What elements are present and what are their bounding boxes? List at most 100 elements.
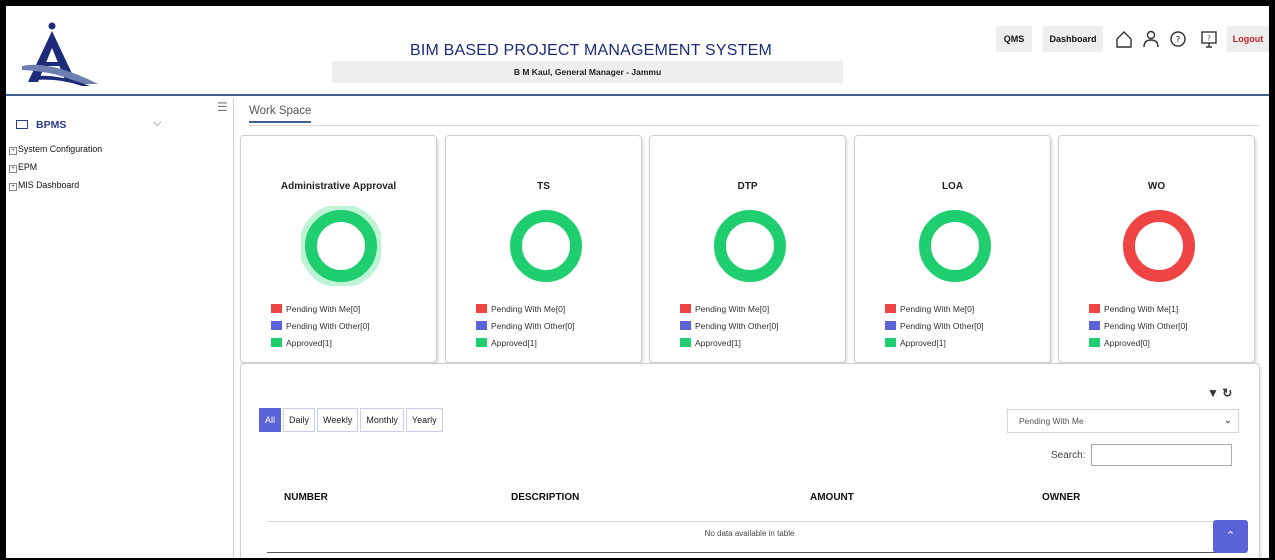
sidebar-item-mis-dashboard[interactable]: + MIS Dashboard [9, 180, 79, 191]
summary-card[interactable]: TS Pending With Me[0] Pending With Other[0… [445, 135, 642, 363]
expand-icon[interactable]: + [9, 165, 17, 173]
legend-label: Approved[1] [491, 338, 537, 348]
status-select-value: Pending With Me [1019, 416, 1084, 426]
legend-item[interactable]: Approved[1] [271, 338, 370, 355]
legend-item[interactable]: Pending With Me[0] [680, 304, 779, 321]
divider [267, 521, 1232, 522]
chevron-down-icon: ⌄ [1223, 415, 1232, 426]
summary-card[interactable]: DTP Pending With Me[0] Pending With Other[… [649, 135, 846, 363]
legend-label: Pending With Other[0] [900, 321, 984, 331]
legend-label: Approved[1] [900, 338, 946, 348]
card-title: DTP [737, 181, 758, 192]
legend-item[interactable]: Pending With Other[0] [271, 321, 370, 338]
chart-legend: Pending With Me[0] Pending With Other[0] A… [271, 304, 370, 355]
column-header-description[interactable]: DESCRIPTION [511, 492, 579, 503]
legend-item[interactable]: Pending With Other[0] [476, 321, 575, 338]
filter-yearly-button[interactable]: Yearly [405, 408, 443, 432]
divider [267, 552, 1232, 553]
legend-item[interactable]: Pending With Me[1] [1089, 304, 1188, 321]
menu-icon[interactable]: ☰ [217, 100, 229, 114]
filter-icon[interactable]: ▼ [1207, 386, 1219, 400]
legend-label: Pending With Me[0] [491, 304, 566, 314]
qms-button[interactable]: QMS [996, 26, 1032, 52]
column-header-amount[interactable]: AMOUNT [810, 492, 854, 503]
legend-item[interactable]: Approved[1] [680, 338, 779, 355]
approved-slice[interactable] [305, 210, 377, 282]
expand-icon[interactable]: + [9, 183, 17, 191]
chart-legend: Pending With Me[1] Pending With Other[0] A… [1089, 304, 1188, 355]
chevron-down-icon[interactable]: ⌵ [153, 117, 161, 130]
legend-item[interactable]: Approved[1] [476, 338, 575, 355]
legend-swatch [476, 338, 487, 347]
legend-item[interactable]: Pending With Other[0] [885, 321, 984, 338]
dashboard-button[interactable]: Dashboard [1043, 26, 1103, 52]
home-icon[interactable] [1113, 28, 1135, 50]
legend-label: Pending With Me[0] [695, 304, 770, 314]
legend-label: Pending With Other[0] [695, 321, 779, 331]
card-title: LOA [941, 181, 964, 192]
chart-legend: Pending With Me[0] Pending With Other[0] A… [680, 304, 779, 355]
approved-slice[interactable] [510, 210, 582, 282]
search-input[interactable] [1091, 444, 1232, 466]
column-header-owner[interactable]: OWNER [1042, 492, 1080, 503]
legend-swatch [1089, 338, 1100, 347]
legend-item[interactable]: Pending With Other[0] [1089, 321, 1188, 338]
scroll-to-top-button[interactable]: ⌃ [1213, 520, 1248, 553]
aai-logo [22, 22, 98, 86]
approved-slice[interactable] [919, 210, 991, 282]
refresh-icon[interactable]: ↻ [1222, 386, 1232, 400]
logout-button[interactable]: Logout [1227, 26, 1269, 52]
legend-item[interactable]: Pending With Other[0] [680, 321, 779, 338]
donut-chart[interactable] [301, 206, 381, 286]
expand-icon[interactable]: + [9, 147, 17, 155]
legend-label: Pending With Me[0] [286, 304, 361, 314]
user-icon[interactable] [1140, 28, 1162, 50]
tab-work-space[interactable]: Work Space [249, 105, 312, 123]
approved-slice[interactable] [714, 210, 786, 282]
app-window: BIM BASED PROJECT MANAGEMENT SYSTEM B M … [6, 6, 1269, 558]
empty-table-message: No data available in table [704, 529, 795, 538]
sidebar-item-epm[interactable]: + EPM [9, 162, 37, 173]
legend-item[interactable]: Approved[1] [885, 338, 984, 355]
search-label: Search: [1051, 450, 1086, 461]
header: BIM BASED PROJECT MANAGEMENT SYSTEM B M … [6, 6, 1269, 96]
filter-weekly-button[interactable]: Weekly [317, 408, 359, 432]
legend-swatch [680, 321, 691, 330]
legend-swatch [271, 304, 282, 313]
filter-monthly-button[interactable]: Monthly [360, 408, 404, 432]
legend-swatch [885, 304, 896, 313]
sidebar: ☰ BPMS ⌵ + System Configuration + EPM + MIS… [6, 98, 234, 558]
legend-label: Approved[0] [1104, 338, 1150, 348]
sidebar-item-system-configuration[interactable]: + System Configuration [9, 144, 102, 155]
donut-chart[interactable] [506, 206, 586, 286]
svg-text:?: ? [1176, 36, 1181, 46]
page-title: BIM BASED PROJECT MANAGEMENT SYSTEM [409, 42, 773, 59]
user-designation: B M Kaul, General Manager - Jammu [332, 61, 843, 83]
legend-swatch [271, 321, 282, 330]
donut-chart[interactable] [915, 206, 995, 286]
sidebar-root[interactable]: BPMS [16, 119, 66, 131]
help-icon[interactable]: ? [1167, 28, 1189, 50]
filter-all-button[interactable]: All [259, 408, 282, 432]
summary-card[interactable]: Administrative Approval Pending With Me[0… [240, 135, 437, 363]
filter-controls: ▼ ↻ [1207, 386, 1232, 400]
legend-label: Pending With Me[1] [1104, 304, 1179, 314]
donut-chart[interactable] [1119, 206, 1199, 286]
legend-item[interactable]: Pending With Me[0] [271, 304, 370, 321]
legend-label: Pending With Other[0] [286, 321, 370, 331]
legend-swatch [885, 321, 896, 330]
support-icon[interactable]: ? [1198, 28, 1220, 50]
legend-item[interactable]: Pending With Me[0] [476, 304, 575, 321]
pending-me-slice[interactable] [1123, 210, 1195, 282]
card-title: TS [537, 181, 550, 192]
legend-label: Approved[1] [286, 338, 332, 348]
legend-item[interactable]: Approved[0] [1089, 338, 1188, 355]
donut-chart[interactable] [710, 206, 790, 286]
column-header-number[interactable]: NUMBER [284, 492, 328, 503]
status-select[interactable]: Pending With Me ⌄ [1007, 409, 1239, 433]
legend-item[interactable]: Pending With Me[0] [885, 304, 984, 321]
chevron-up-icon: ⌃ [1225, 530, 1236, 542]
summary-card[interactable]: WO Pending With Me[1] Pending With Other[0… [1058, 135, 1255, 363]
summary-card[interactable]: LOA Pending With Me[0] Pending With Other[… [854, 135, 1051, 363]
filter-daily-button[interactable]: Daily [283, 408, 316, 432]
